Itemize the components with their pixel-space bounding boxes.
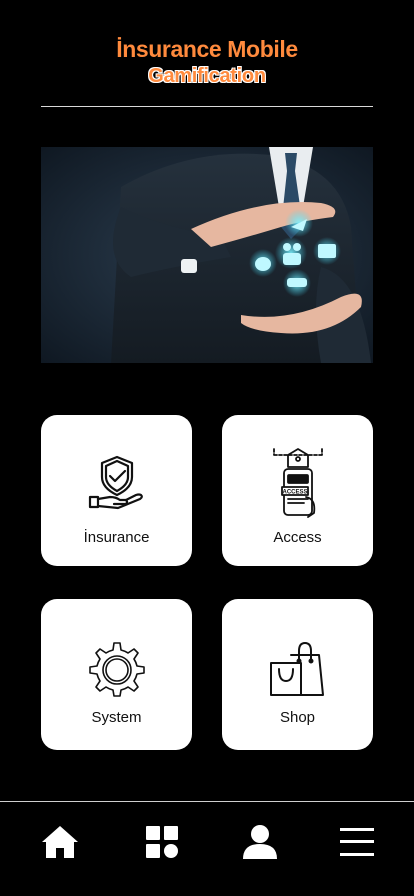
user-icon[interactable] [236, 818, 284, 866]
insurance-card[interactable]: İnsurance [41, 415, 192, 566]
home-icon[interactable] [36, 818, 84, 866]
bottom-navigation [0, 802, 414, 896]
hand-shield-check-icon [41, 453, 192, 511]
system-card[interactable]: System [41, 599, 192, 750]
access-card[interactable]: ACCESS Access [222, 415, 373, 566]
dashboard-grid-icon[interactable] [138, 818, 186, 866]
gear-icon [41, 640, 192, 698]
access-label: Access [273, 529, 322, 546]
shop-label: Shop [279, 709, 316, 726]
hero-image [41, 147, 373, 363]
svg-text:ACCESS: ACCESS [282, 490, 307, 496]
app-header: İnsurance Mobile Gamification [0, 34, 414, 88]
system-label: System [91, 709, 142, 726]
header-divider [41, 106, 373, 107]
access-pass-tag-icon: ACCESS [222, 447, 373, 519]
app-title: İnsurance Mobile [116, 36, 298, 62]
insurance-label: İnsurance [83, 529, 150, 546]
shopping-bags-icon [222, 641, 373, 699]
hamburger-menu-icon[interactable] [333, 818, 381, 866]
app-subtitle: Gamification [148, 65, 266, 87]
shop-card[interactable]: Shop [222, 599, 373, 750]
